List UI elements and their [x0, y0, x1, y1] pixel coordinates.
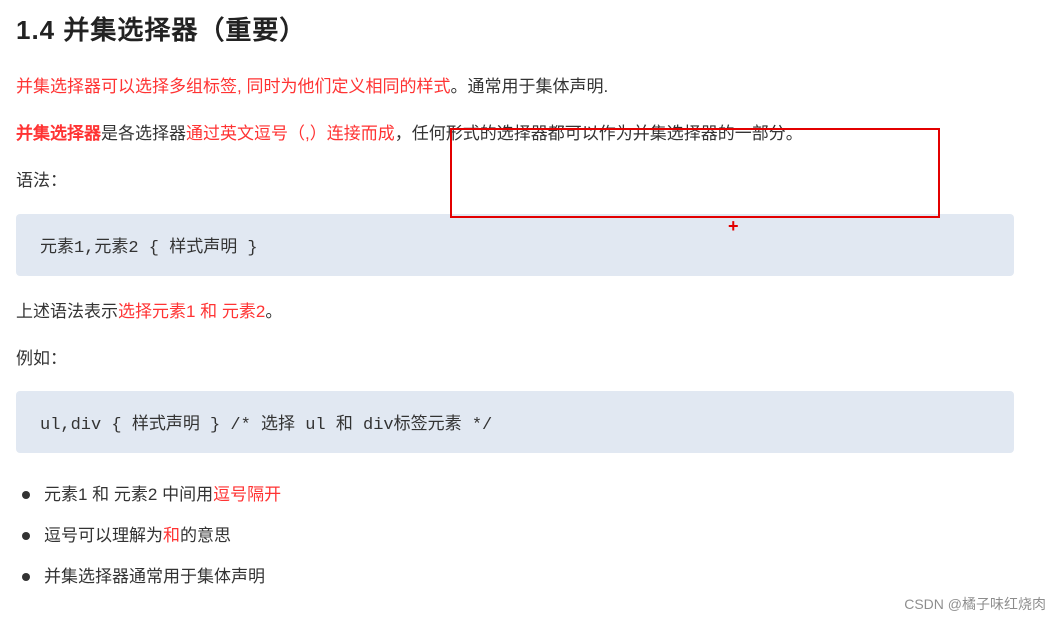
definition-highlight: 通过英文逗号（,）连接而成 [186, 124, 395, 143]
for-example-label: 例如： [16, 345, 1046, 374]
syntax-explain-post: 。 [265, 302, 282, 321]
definition-paragraph: 并集选择器是各选择器通过英文逗号（,）连接而成，任何形式的选择器都可以作为并集选… [16, 120, 1046, 149]
list-item: 逗号可以理解为和的意思 [16, 516, 1046, 557]
intro-highlight: 并集选择器可以选择多组标签, 同时为他们定义相同的样式 [16, 77, 450, 96]
bullet-pre: 逗号可以理解为 [44, 526, 163, 545]
list-item: 并集选择器通常用于集体声明 [16, 557, 1046, 598]
bullet-red: 和 [163, 526, 180, 545]
syntax-codebox: 元素1,元素2 { 样式声明 } [16, 214, 1014, 276]
bullet-red: 逗号隔开 [213, 485, 281, 504]
bullet-pre: 元素1 和 元素2 中间用 [44, 485, 213, 504]
example-codebox: ul,div { 样式声明 } /* 选择 ul 和 div标签元素 */ [16, 391, 1014, 453]
syntax-explain-pre: 上述语法表示 [16, 302, 118, 321]
syntax-explain-red: 选择元素1 和 元素2 [118, 302, 265, 321]
syntax-label: 语法： [16, 167, 1046, 196]
intro-paragraph: 并集选择器可以选择多组标签, 同时为他们定义相同的样式。通常用于集体声明. [16, 73, 1046, 102]
definition-term: 并集选择器 [16, 124, 101, 143]
definition-mid: 是各选择器 [101, 124, 186, 143]
syntax-explain-paragraph: 上述语法表示选择元素1 和 元素2。 [16, 298, 1046, 327]
list-item: 元素1 和 元素2 中间用逗号隔开 [16, 475, 1046, 516]
article-content: 1.4 并集选择器（重要） 并集选择器可以选择多组标签, 同时为他们定义相同的样… [0, 0, 1062, 598]
watermark-text: CSDN @橘子味红烧肉 [904, 594, 1046, 614]
intro-rest: 。通常用于集体声明. [450, 77, 608, 96]
bullet-pre: 并集选择器通常用于集体声明 [44, 567, 265, 586]
definition-rest: ，任何形式的选择器都可以作为并集选择器的一部分。 [395, 124, 803, 143]
bullet-post: 的意思 [180, 526, 231, 545]
section-heading: 1.4 并集选择器（重要） [16, 10, 1046, 47]
bullet-list: 元素1 和 元素2 中间用逗号隔开 逗号可以理解为和的意思 并集选择器通常用于集… [16, 475, 1046, 597]
